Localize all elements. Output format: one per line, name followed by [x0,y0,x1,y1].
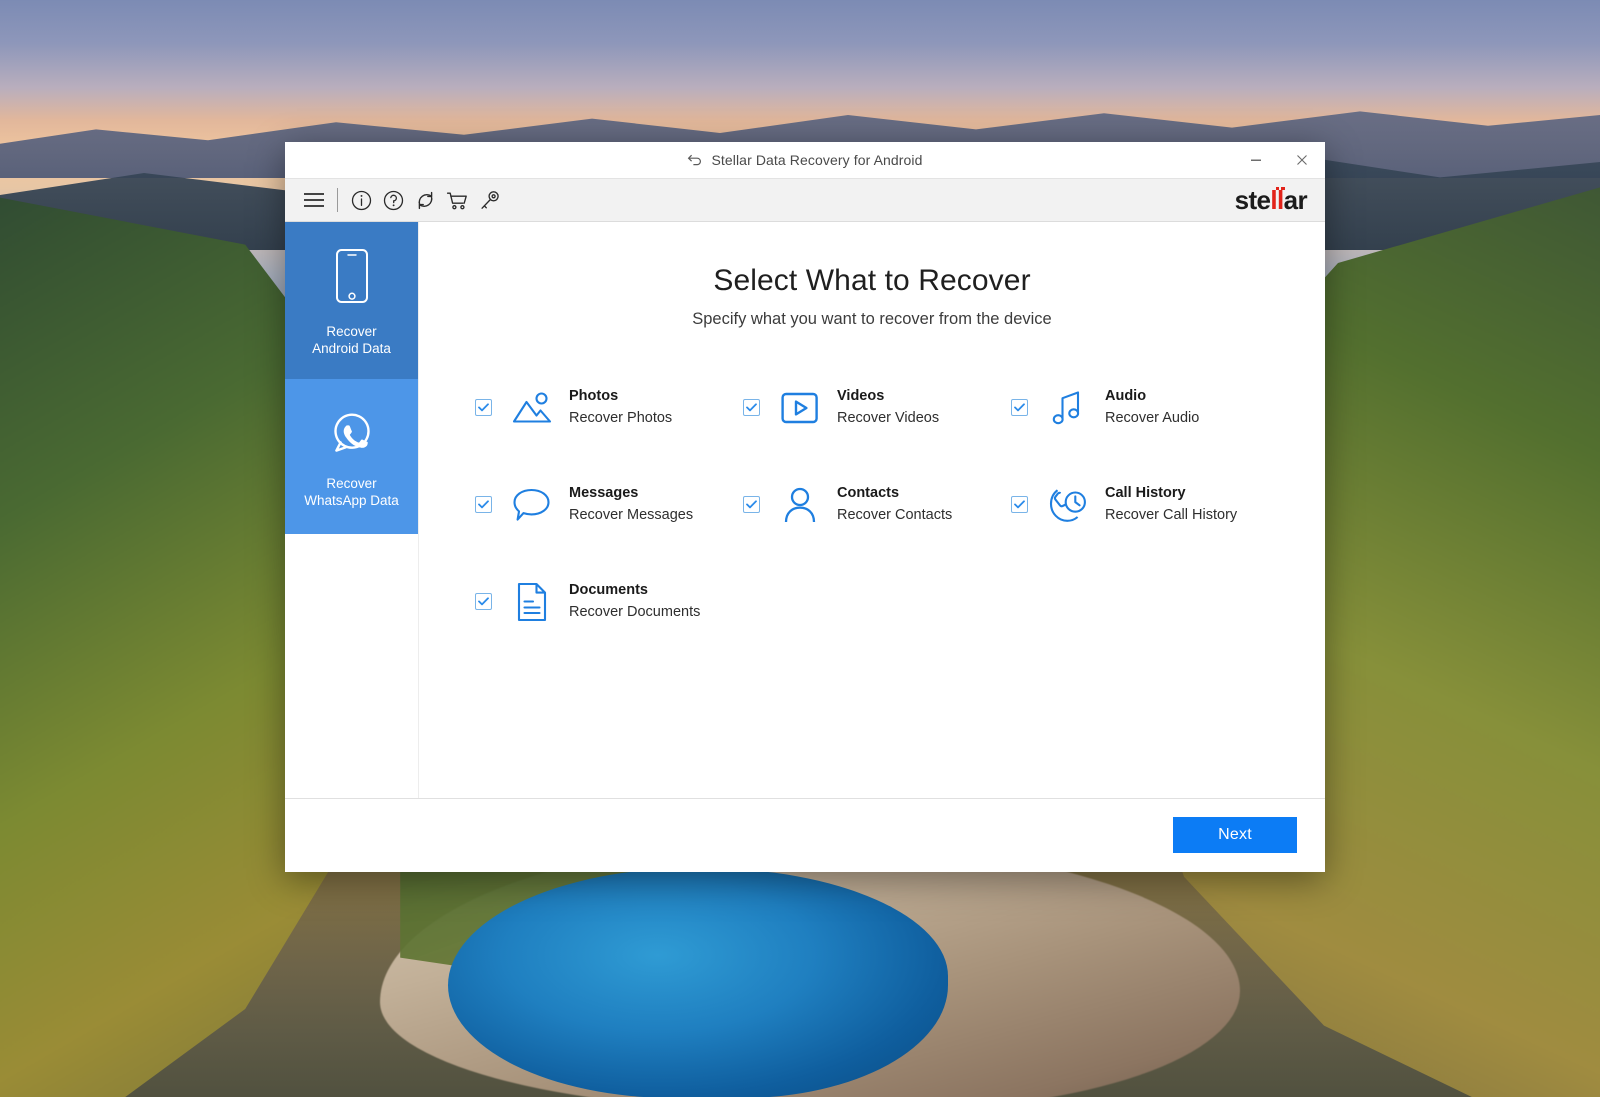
minimize-button[interactable] [1233,142,1279,178]
chat-bubble-icon [509,487,555,523]
option-texts: Messages Recover Messages [569,484,693,525]
recovery-options-grid: Photos Recover Photos Videos Recover Vid… [419,387,1325,622]
logo-dots [1275,186,1285,192]
logo-suffix: ar [1283,184,1308,215]
option-subtitle: Recover Videos [837,410,940,426]
minimize-icon [1251,159,1261,161]
checkbox-photos[interactable] [475,399,492,416]
key-icon-glyph [480,190,499,209]
cart-icon-glyph [446,192,467,209]
option-texts: Videos Recover Videos [837,387,939,428]
person-icon [777,487,823,523]
option-title: Documents [569,582,648,598]
page-subtitle: Specify what you want to recover from th… [692,310,1052,328]
option-subtitle: Recover Audio [1105,410,1200,426]
sidebar-item-recover-whatsapp-data[interactable]: Recover WhatsApp Data [285,379,418,534]
close-button[interactable] [1279,142,1325,178]
footer-bar: Next [285,798,1325,870]
checkbox-call-history[interactable] [1011,496,1028,513]
check-icon [478,500,489,509]
music-note-icon [1045,390,1091,426]
sidebar: Recover Android Data Recover WhatsApp Da… [285,222,418,798]
info-icon-glyph [351,190,371,210]
smartphone-icon [335,248,369,309]
help-icon-glyph [383,190,403,210]
cart-icon[interactable] [442,185,472,215]
toolbar-divider [337,188,338,212]
option-audio[interactable]: Audio Recover Audio [1011,387,1279,428]
option-documents[interactable]: Documents Recover Documents [475,581,743,622]
check-icon [478,403,489,412]
back-arrow-icon [688,154,702,166]
option-texts: Photos Recover Photos [569,387,672,428]
option-title: Call History [1105,485,1186,501]
option-subtitle: Recover Documents [569,604,701,620]
menu-icon[interactable] [299,185,329,215]
photo-icon [509,391,555,425]
option-subtitle: Recover Contacts [837,507,953,523]
menu-icon-glyph [304,193,324,207]
option-title: Messages [569,485,639,501]
title-bar: Stellar Data Recovery for Android [285,142,1325,178]
option-title: Contacts [837,485,900,501]
option-texts: Documents Recover Documents [569,581,700,622]
sidebar-item-recover-android-data[interactable]: Recover Android Data [285,222,418,379]
sidebar-label-line1: Recover [326,324,377,339]
checkbox-documents[interactable] [475,593,492,610]
title-group: Stellar Data Recovery for Android [687,152,922,168]
option-subtitle: Recover Messages [569,507,694,523]
document-icon [509,582,555,622]
option-photos[interactable]: Photos Recover Photos [475,387,743,428]
check-icon [1014,403,1025,412]
check-icon [746,403,757,412]
toolbar: ste ll ar [285,178,1325,222]
check-icon [1014,500,1025,509]
main-content: Select What to Recover Specify what you … [418,222,1325,798]
option-subtitle: Recover Call History [1105,507,1238,523]
help-icon[interactable] [378,185,408,215]
page-title: Select What to Recover [713,264,1031,297]
window-controls [1233,142,1325,178]
checkbox-messages[interactable] [475,496,492,513]
option-call-history[interactable]: Call History Recover Call History [1011,484,1279,525]
info-icon[interactable] [346,185,376,215]
check-icon [478,597,489,606]
window-body: Recover Android Data Recover WhatsApp Da… [285,222,1325,798]
close-icon [1297,155,1307,165]
next-button[interactable]: Next [1173,816,1297,853]
option-title: Audio [1105,388,1147,404]
logo-prefix: ste [1234,184,1271,215]
checkbox-contacts[interactable] [743,496,760,513]
sidebar-item-label: Recover WhatsApp Data [304,475,399,509]
option-texts: Call History Recover Call History [1105,484,1237,525]
refresh-icon-glyph [418,191,432,209]
sidebar-label-line2: WhatsApp Data [304,493,399,508]
check-icon [746,500,757,509]
video-icon [777,392,823,424]
stellar-logo: ste ll ar [1234,184,1308,216]
sidebar-label-line2: Android Data [312,341,391,356]
sidebar-item-label: Recover Android Data [312,323,391,357]
checkbox-videos[interactable] [743,399,760,416]
call-clock-icon [1045,486,1091,524]
logo-accent: ll [1270,185,1285,216]
whatsapp-icon [328,408,376,461]
option-contacts[interactable]: Contacts Recover Contacts [743,484,1011,525]
option-subtitle: Recover Photos [569,410,673,426]
checkbox-audio[interactable] [1011,399,1028,416]
option-messages[interactable]: Messages Recover Messages [475,484,743,525]
option-title: Videos [837,388,885,404]
option-title: Photos [569,388,619,404]
window-title: Stellar Data Recovery for Android [711,152,923,168]
key-icon[interactable] [474,185,504,215]
desktop-wallpaper: Stellar Data Recovery for Android ste ll… [0,0,1600,1097]
update-icon[interactable] [410,185,440,215]
option-videos[interactable]: Videos Recover Videos [743,387,1011,428]
option-texts: Contacts Recover Contacts [837,484,952,525]
crater-lake [448,868,948,1097]
sidebar-label-line1: Recover [326,476,377,491]
option-texts: Audio Recover Audio [1105,387,1199,428]
application-window: Stellar Data Recovery for Android ste ll… [285,142,1325,872]
